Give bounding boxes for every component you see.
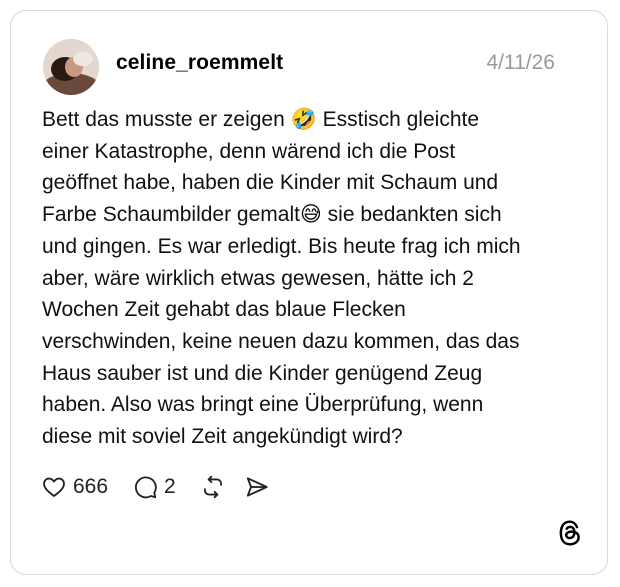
reply-button[interactable]: 2 (132, 474, 176, 500)
profile-photo (43, 39, 99, 95)
avatar[interactable] (43, 39, 99, 95)
username[interactable]: celine_roemmelt (116, 51, 283, 75)
post-text-line: haben. Also was bringt eine Überprüfung,… (42, 393, 484, 417)
post-text-line: einer Katastrophe, denn wärend ich die P… (42, 139, 456, 163)
post-text-line: Wochen Zeit gehabt das blaue Flecken (42, 298, 406, 322)
send-icon (244, 474, 270, 500)
post-actions: 666 2 (41, 472, 270, 502)
post-text: Bett das musste er zeigen 🤣 Esstisch gle… (42, 104, 582, 453)
post-text-line: aber, wäre wirklich etwas gewesen, hätte… (42, 266, 474, 290)
reply-count: 2 (164, 475, 176, 498)
post-text-line: diese mit soviel Zeit angekündigt wird? (42, 425, 403, 449)
post-text-line: Haus sauber ist und die Kinder genügend … (42, 361, 483, 385)
like-count: 666 (73, 475, 109, 498)
speech-bubble-icon (132, 474, 158, 500)
like-button[interactable]: 666 (41, 474, 108, 500)
post-card: celine_roemmelt 4/11/26 Bett das musste … (10, 10, 608, 575)
post-text-line: Bett das musste er zeigen 🤣 Esstisch gle… (42, 108, 480, 131)
repost-button[interactable] (200, 474, 226, 500)
heart-icon (41, 474, 67, 500)
post-text-line: verschwinden, keine neuen dazu kommen, d… (42, 329, 520, 353)
post-date: 4/11/26 (486, 51, 555, 74)
post-text-line: Farbe Schaumbilder gemalt😅 sie bedankten… (42, 203, 502, 227)
repost-icon (200, 474, 226, 500)
post-text-line: und gingen. Es war erledigt. Bis heute f… (42, 234, 521, 258)
share-button[interactable] (244, 474, 270, 500)
post-text-line: geöffnet habe, haben die Kinder mit Scha… (42, 171, 499, 195)
threads-logo-icon[interactable] (557, 519, 583, 552)
